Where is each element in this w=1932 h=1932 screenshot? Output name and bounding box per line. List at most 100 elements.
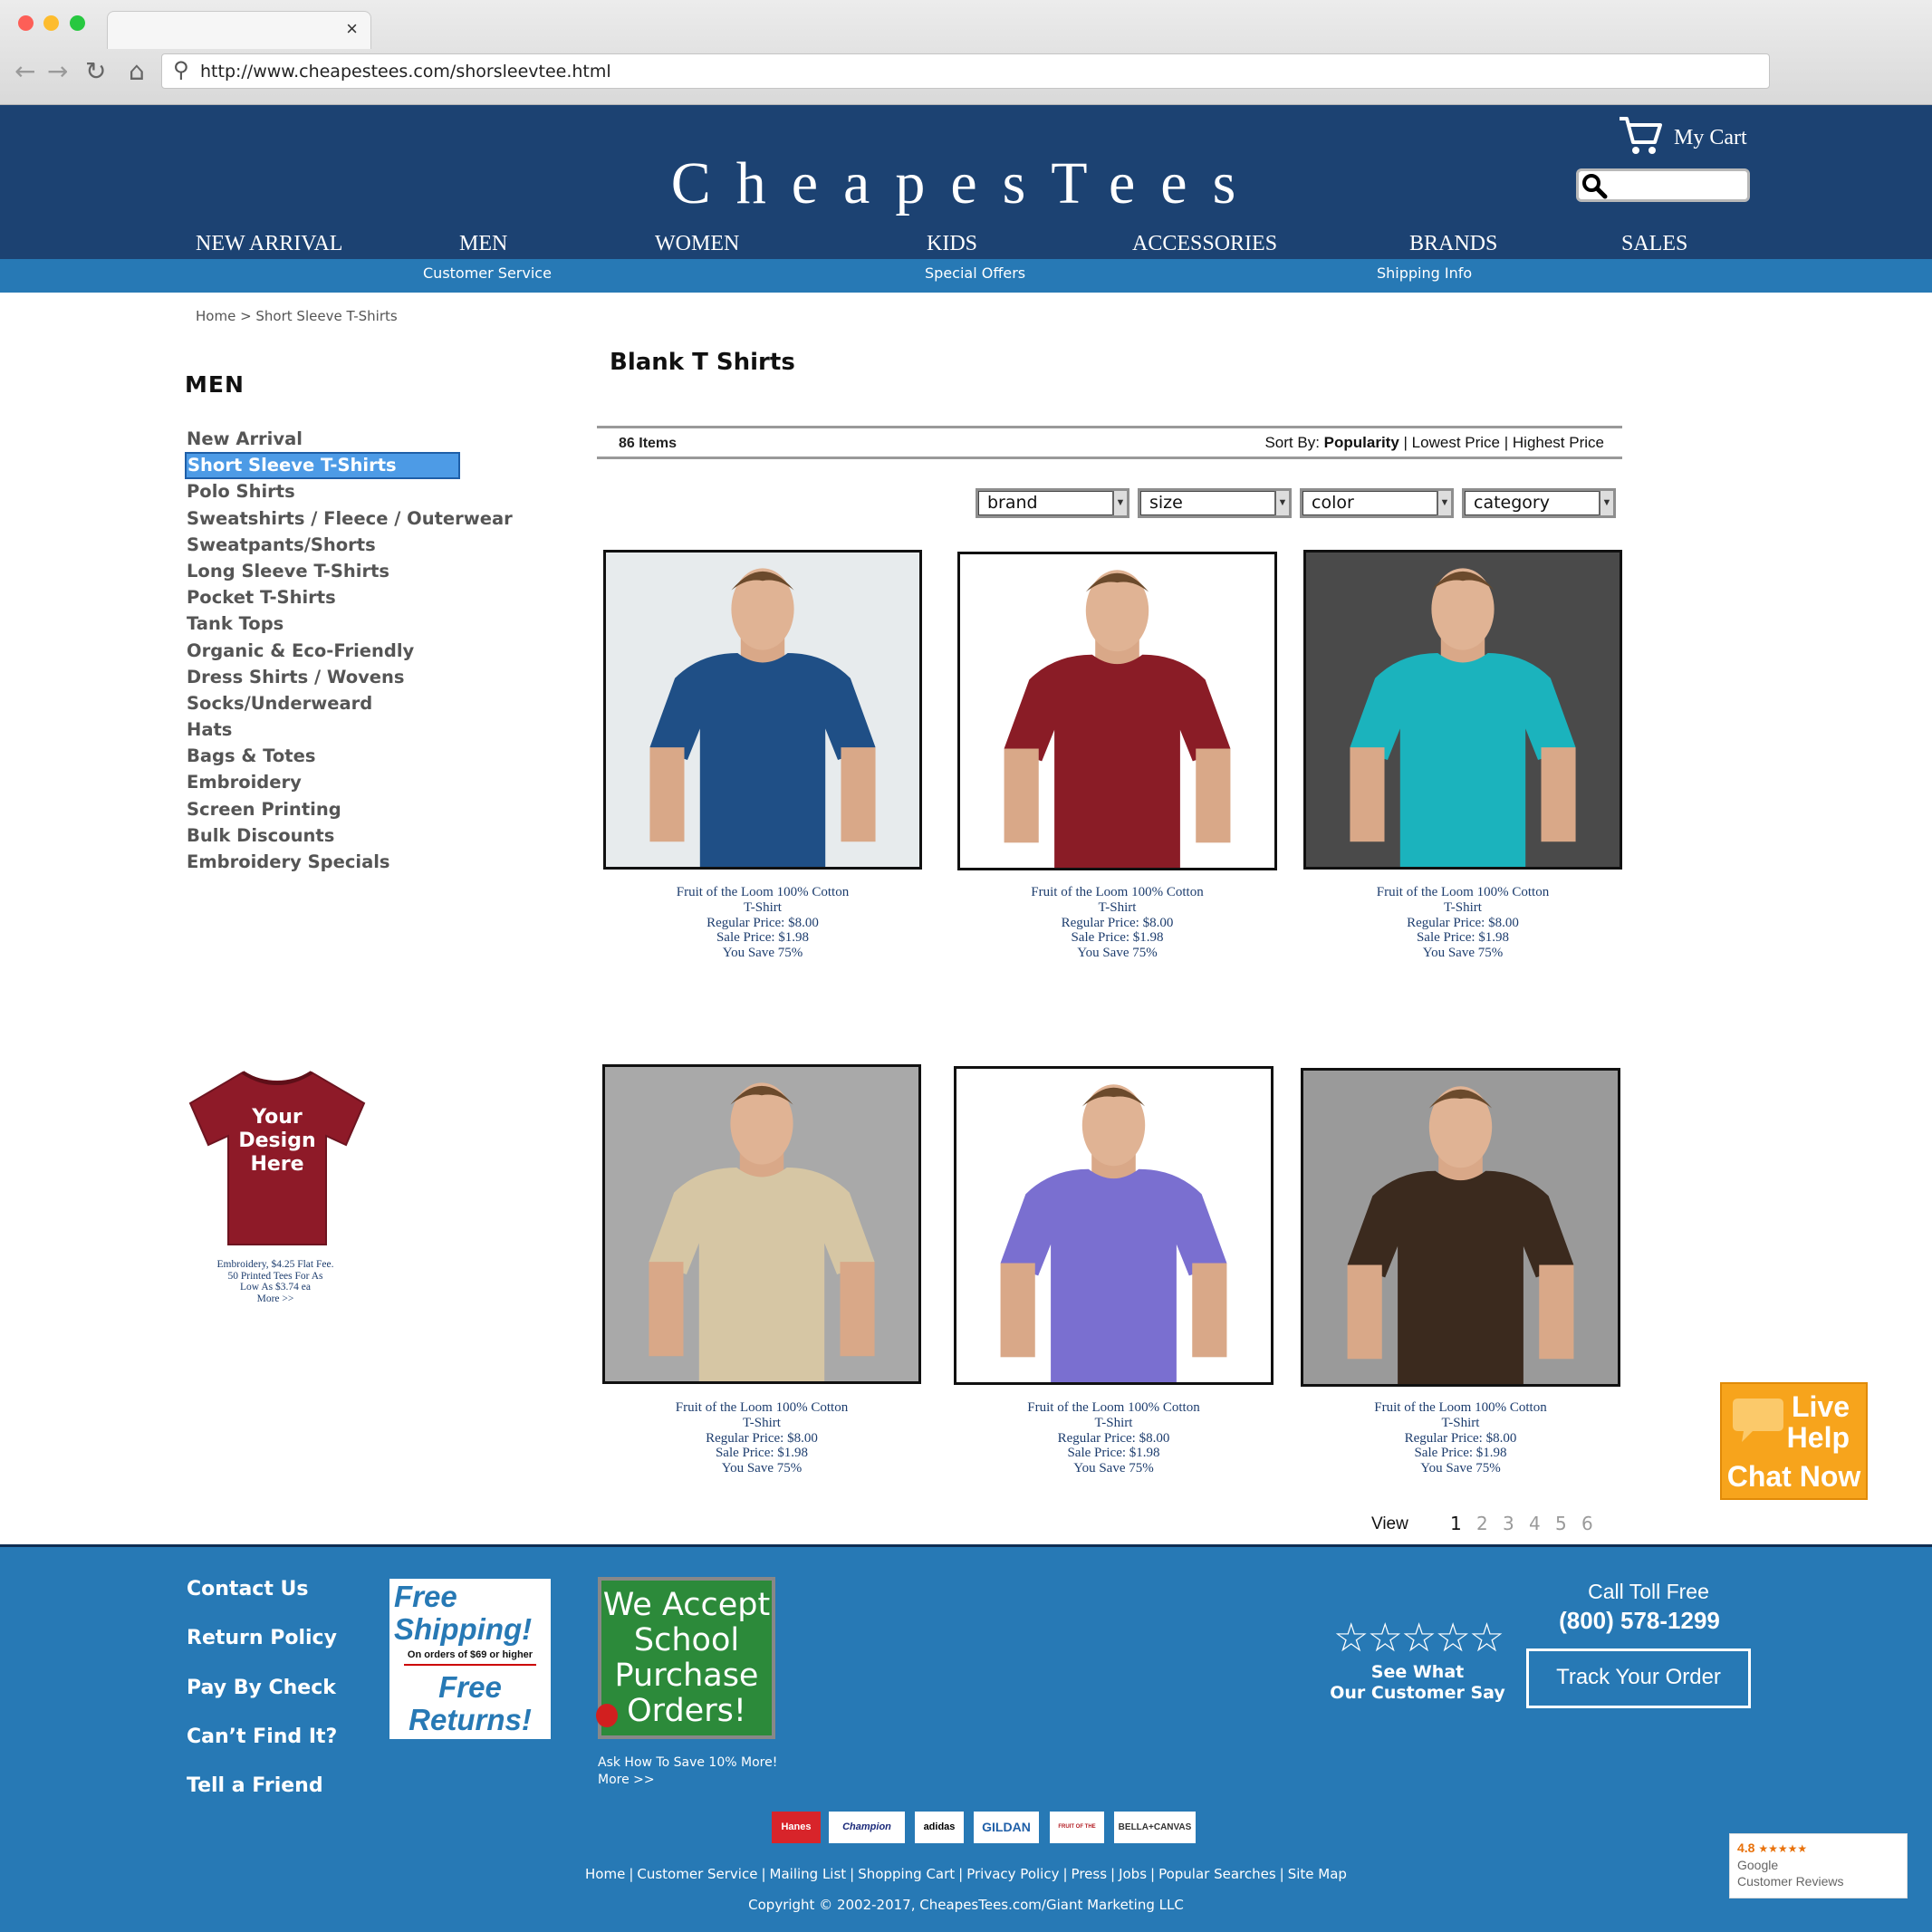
sidebar-item[interactable]: Dress Shirts / Wovens	[187, 666, 513, 692]
browser-tab[interactable]: ×	[107, 11, 371, 49]
nav-brands[interactable]: BRANDS	[1409, 232, 1497, 256]
footer-bottom-link[interactable]: Popular Searches	[1158, 1866, 1276, 1882]
filter-brand-select[interactable]: brand ▼	[976, 488, 1129, 518]
nav-new-arrival[interactable]: NEW ARRIVAL	[196, 232, 342, 256]
sidebar-item[interactable]: Long Sleeve T-Shirts	[187, 560, 513, 586]
footer-bottom-link[interactable]: Site Map	[1288, 1866, 1347, 1882]
product-info[interactable]: Fruit of the Loom 100% Cotton T-Shirt Regu…	[618, 885, 908, 961]
brand-logo-fruit-of-the-loom[interactable]: FRUIT OF THE LOOM	[1050, 1812, 1104, 1843]
cart-icon[interactable]	[1618, 115, 1663, 157]
sidebar-item[interactable]: Bulk Discounts	[187, 824, 513, 851]
sort-popularity[interactable]: Popularity	[1324, 434, 1399, 451]
footer-bottom-link[interactable]: Press	[1072, 1866, 1107, 1882]
school-purchase-orders-banner[interactable]: We Accept School Purchase Orders!	[596, 1577, 775, 1739]
brand-logo-bella-canvas[interactable]: BELLA+CANVAS	[1114, 1812, 1196, 1843]
nav-sales[interactable]: SALES	[1621, 232, 1687, 256]
sidebar-item[interactable]: Screen Printing	[187, 798, 513, 824]
footer-pay-by-check[interactable]: Pay By Check	[187, 1677, 336, 1699]
footer-bottom-link[interactable]: Privacy Policy	[966, 1866, 1059, 1882]
search-icon[interactable]	[1581, 172, 1608, 199]
home-icon[interactable]: ⌂	[129, 56, 145, 86]
sidebar-item[interactable]: Embroidery	[187, 771, 513, 797]
footer-bottom-link[interactable]: Jobs	[1119, 1866, 1147, 1882]
sidebar-item[interactable]: Tank Tops	[187, 612, 513, 639]
footer-contact-us[interactable]: Contact Us	[187, 1578, 308, 1600]
product-image[interactable]	[602, 1064, 921, 1384]
product-info[interactable]: Fruit of the Loom 100% Cotton T-Shirt Regu…	[1316, 1400, 1606, 1476]
sort-highest-price[interactable]: Highest Price	[1513, 434, 1604, 451]
sidebar-item[interactable]: Hats	[187, 718, 513, 745]
brand-logo-gildan[interactable]: GILDAN	[974, 1812, 1039, 1843]
phone-number[interactable]: (800) 578-1299	[1526, 1607, 1753, 1635]
brand-logo-champion[interactable]: Champion	[829, 1812, 905, 1843]
footer-tell-a-friend[interactable]: Tell a Friend	[187, 1774, 323, 1797]
breadcrumb[interactable]: Home > Short Sleeve T-Shirts	[196, 308, 398, 324]
nav-men[interactable]: MEN	[459, 232, 507, 256]
page-link[interactable]: 4	[1529, 1513, 1541, 1534]
product-info[interactable]: Fruit of the Loom 100% Cotton T-Shirt Regu…	[1318, 885, 1608, 961]
nav-accessories[interactable]: ACCESSORIES	[1132, 232, 1277, 256]
address-bar[interactable]: ⚲ http://www.cheapestees.com/shorsleevte…	[161, 53, 1770, 89]
sidebar-item[interactable]: Sweatpants/Shorts	[187, 533, 513, 560]
customer-reviews-link[interactable]: See What Our Customer Say	[1322, 1662, 1513, 1704]
sidebar-item[interactable]: Pocket T-Shirts	[187, 586, 513, 612]
subnav-special-offers[interactable]: Special Offers	[925, 264, 1025, 282]
url-text[interactable]: http://www.cheapestees.com/shorsleevtee.…	[200, 62, 611, 82]
sidebar-item[interactable]: Bags & Totes	[187, 745, 513, 771]
sidebar-item[interactable]: Sweatshirts / Fleece / Outerwear	[187, 507, 513, 533]
maximize-window-button[interactable]	[70, 15, 85, 31]
footer-bottom-link[interactable]: Customer Service	[637, 1866, 757, 1882]
track-order-button[interactable]: Track Your Order	[1526, 1648, 1751, 1708]
brand-logo-adidas[interactable]: adidas	[915, 1812, 964, 1843]
nav-women[interactable]: WOMEN	[655, 232, 739, 256]
free-returns-title: Free Returns!	[409, 1670, 532, 1736]
search-input[interactable]	[1576, 168, 1750, 202]
product-image[interactable]	[954, 1066, 1274, 1385]
minimize-window-button[interactable]	[43, 15, 59, 31]
my-cart-link[interactable]: My Cart	[1674, 126, 1747, 150]
footer-bottom-link[interactable]: Mailing List	[770, 1866, 847, 1882]
page-link[interactable]: 3	[1503, 1513, 1514, 1534]
page-link[interactable]: 6	[1581, 1513, 1593, 1534]
product-image[interactable]	[1303, 550, 1622, 870]
footer-cant-find-it[interactable]: Can’t Find It?	[187, 1725, 337, 1748]
product-image[interactable]	[603, 550, 922, 870]
brand-logo-hanes[interactable]: Hanes	[772, 1812, 821, 1843]
live-help-chat-button[interactable]: Live Help Chat Now	[1720, 1382, 1868, 1500]
forward-icon[interactable]: →	[47, 56, 68, 86]
sidebar-item[interactable]: Socks/Underweard	[187, 692, 513, 718]
google-customer-reviews-badge[interactable]: 4.8 ★★★★★ Google Customer Reviews	[1729, 1833, 1908, 1898]
sidebar-item[interactable]: Organic & Eco-Friendly	[187, 639, 513, 666]
subnav-customer-service[interactable]: Customer Service	[423, 264, 552, 282]
product-info[interactable]: Fruit of the Loom 100% Cotton T-Shirt Regu…	[969, 1400, 1259, 1476]
rating-stars-icon[interactable]: ☆☆☆☆☆	[1333, 1615, 1504, 1661]
custom-shirt-promo-image[interactable]: Your Design Here	[187, 1067, 368, 1248]
page-link[interactable]: 2	[1476, 1513, 1488, 1534]
page-link[interactable]: 1	[1450, 1513, 1462, 1534]
footer-bottom-link[interactable]: Shopping Cart	[858, 1866, 955, 1882]
filter-category-select[interactable]: category ▼	[1462, 488, 1616, 518]
footer-bottom-link[interactable]: Home	[585, 1866, 625, 1882]
promo-more-link[interactable]: More >>	[205, 1293, 346, 1305]
nav-kids[interactable]: KIDS	[927, 232, 977, 256]
subnav-shipping-info[interactable]: Shipping Info	[1377, 264, 1472, 282]
sidebar-item[interactable]: Short Sleeve T-Shirts	[185, 452, 513, 480]
sidebar-item[interactable]: New Arrival	[187, 428, 513, 454]
reload-icon[interactable]: ↻	[85, 56, 106, 86]
product-info[interactable]: Fruit of the Loom 100% Cotton T-Shirt Regu…	[973, 885, 1263, 961]
school-more-link[interactable]: More >>	[598, 1772, 777, 1789]
tab-close-icon[interactable]: ×	[346, 17, 358, 41]
free-shipping-banner[interactable]: Free Shipping! On orders of $69 or highe…	[389, 1579, 551, 1739]
sidebar-item[interactable]: Polo Shirts	[187, 480, 513, 506]
filter-size-select[interactable]: size ▼	[1138, 488, 1292, 518]
filter-color-select[interactable]: color ▼	[1300, 488, 1454, 518]
footer-return-policy[interactable]: Return Policy	[187, 1627, 337, 1649]
close-window-button[interactable]	[18, 15, 34, 31]
product-image[interactable]	[957, 552, 1277, 870]
back-icon[interactable]: ←	[14, 56, 35, 86]
product-image[interactable]	[1301, 1068, 1620, 1387]
sidebar-item[interactable]: Embroidery Specials	[187, 851, 513, 877]
sort-lowest-price[interactable]: Lowest Price	[1412, 434, 1500, 451]
product-info[interactable]: Fruit of the Loom 100% Cotton T-Shirt Regu…	[617, 1400, 907, 1476]
page-link[interactable]: 5	[1555, 1513, 1567, 1534]
